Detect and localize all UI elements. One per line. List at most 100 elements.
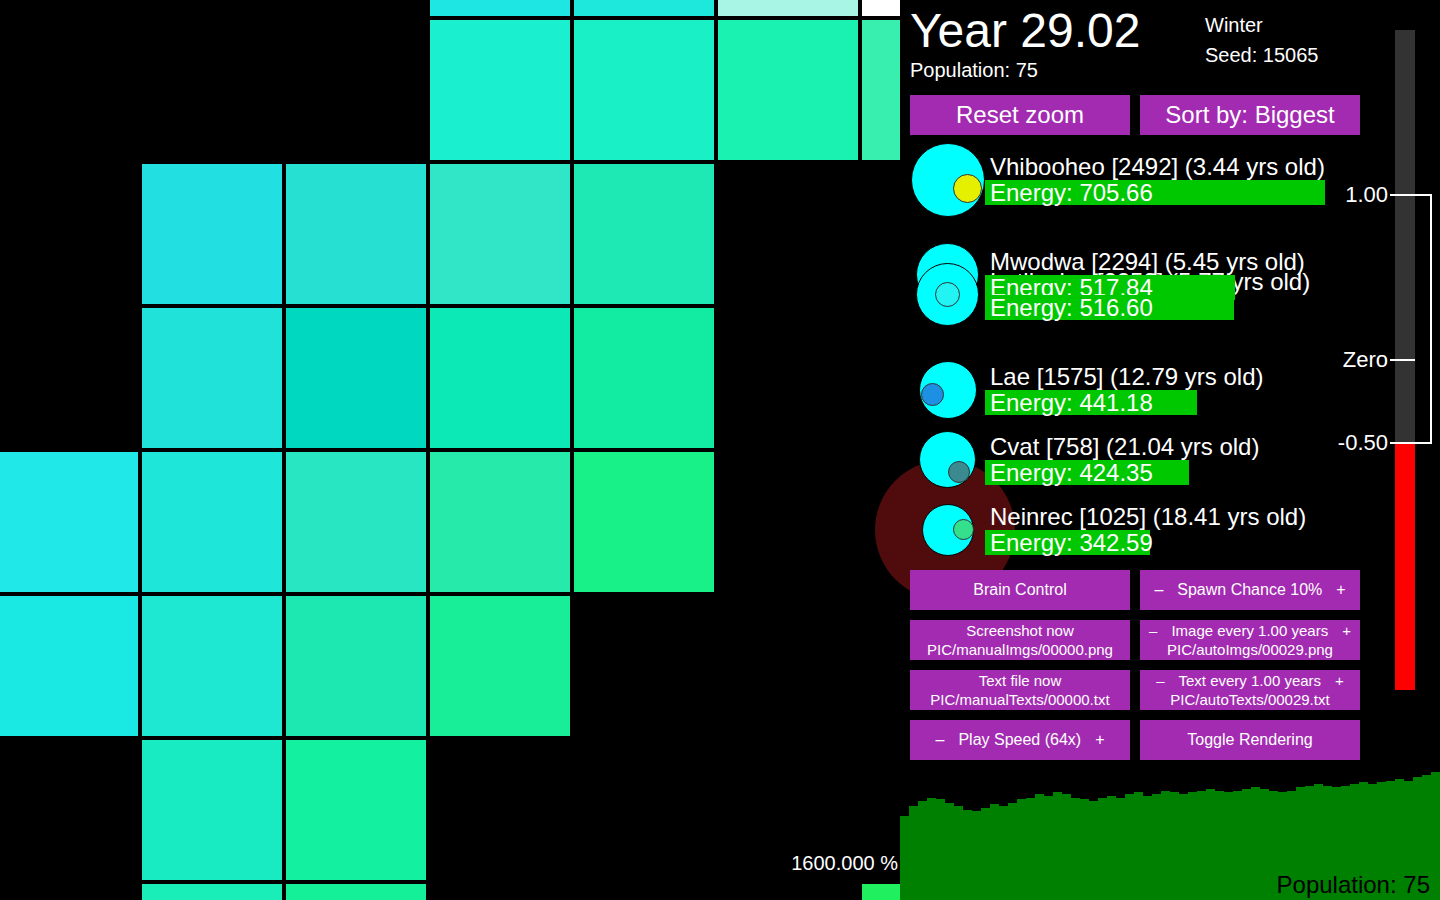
creature-row[interactable]: Mwodwa [2294] (5.45 yrs old)Energy: 517.… — [910, 249, 1390, 300]
temperature-label: 1.00 — [1345, 183, 1390, 207]
map-tile[interactable] — [142, 452, 282, 592]
map-tile[interactable] — [574, 596, 714, 736]
population-bar — [1242, 789, 1251, 900]
map-tile[interactable] — [574, 452, 714, 592]
map-tile[interactable] — [286, 20, 426, 160]
map-tile[interactable] — [430, 740, 570, 880]
map-tile[interactable] — [430, 164, 570, 304]
control-label: Brain Control — [973, 580, 1066, 600]
map-tile[interactable] — [286, 884, 426, 900]
minus-button[interactable]: – — [1154, 580, 1163, 600]
map-tile[interactable] — [718, 884, 858, 900]
map-tile[interactable] — [286, 596, 426, 736]
control-button[interactable]: Screenshot nowPIC/manualImgs/00000.png — [910, 620, 1130, 660]
map-tile[interactable] — [718, 452, 858, 592]
year-label: Year 29.02 — [910, 4, 1205, 58]
world-map[interactable]: 1600.000 % — [0, 0, 900, 900]
minus-button[interactable]: – — [1149, 621, 1157, 640]
map-tile[interactable] — [718, 164, 858, 304]
creature-row[interactable]: Lae [1575] (12.79 yrs old)Energy: 441.18 — [910, 364, 1390, 415]
map-tile[interactable] — [718, 20, 858, 160]
map-tile[interactable] — [430, 884, 570, 900]
map-tile[interactable] — [142, 596, 282, 736]
map-tile[interactable] — [574, 0, 714, 16]
control-button[interactable]: –Play Speed (64x)+ — [910, 720, 1130, 760]
temperature-fill — [1395, 443, 1415, 691]
map-tile[interactable] — [142, 308, 282, 448]
map-tile[interactable] — [142, 164, 282, 304]
map-tile[interactable] — [862, 884, 900, 900]
map-tile[interactable] — [862, 308, 900, 448]
map-tile[interactable] — [430, 452, 570, 592]
creature-row[interactable]: Vhibooheo [2492] (3.44 yrs old)Energy: 7… — [910, 154, 1390, 205]
map-tile[interactable] — [142, 884, 282, 900]
temperature-tick — [1390, 442, 1415, 444]
plus-button[interactable]: + — [1342, 621, 1351, 640]
control-text: Image every 1.00 years — [1171, 621, 1328, 640]
population-bar — [981, 808, 990, 900]
map-tile[interactable] — [862, 0, 900, 16]
header: Year 29.02Population: 75WinterSeed: 1506… — [910, 4, 1390, 82]
map-tile[interactable] — [142, 0, 282, 16]
population-bar — [1206, 789, 1215, 900]
energy-bar: Energy: 441.18 — [985, 390, 1410, 415]
map-tile[interactable] — [0, 596, 138, 736]
population-bar — [1215, 791, 1224, 900]
population-bar — [1089, 801, 1098, 900]
map-tile[interactable] — [0, 0, 138, 16]
map-tile[interactable] — [430, 308, 570, 448]
population-bar — [1116, 798, 1125, 900]
population-bar — [1125, 794, 1134, 900]
map-tile[interactable] — [574, 884, 714, 900]
map-tile[interactable] — [286, 452, 426, 592]
map-tile[interactable] — [574, 164, 714, 304]
map-tile[interactable] — [574, 308, 714, 448]
map-tile[interactable] — [286, 164, 426, 304]
map-tile[interactable] — [862, 20, 900, 160]
map-tile[interactable] — [718, 0, 858, 16]
population-bar — [945, 803, 954, 900]
population-bar — [936, 799, 945, 900]
map-tile[interactable] — [0, 308, 138, 448]
map-tile[interactable] — [286, 740, 426, 880]
plus-button[interactable]: + — [1336, 580, 1345, 600]
map-tile[interactable] — [0, 20, 138, 160]
control-button[interactable]: Toggle Rendering — [1140, 720, 1360, 760]
population-bar — [1107, 796, 1116, 900]
map-tile[interactable] — [862, 164, 900, 304]
map-tile[interactable] — [142, 20, 282, 160]
temperature-label: Zero — [1343, 348, 1390, 372]
map-tile[interactable] — [0, 452, 138, 592]
map-tile[interactable] — [718, 596, 858, 736]
map-tile[interactable] — [286, 0, 426, 16]
control-button[interactable]: –Spawn Chance 10%+ — [1140, 570, 1360, 610]
control-button[interactable]: Brain Control — [910, 570, 1130, 610]
map-tile[interactable] — [718, 308, 858, 448]
creature-row[interactable]: Cvat [758] (21.04 yrs old)Energy: 424.35 — [910, 434, 1390, 485]
map-tile[interactable] — [286, 308, 426, 448]
population-bar — [927, 798, 936, 900]
population-label: Population: 75 — [910, 58, 1205, 82]
control-button[interactable]: –Text every 1.00 years+PIC/autoTexts/000… — [1140, 670, 1360, 710]
map-tile[interactable] — [430, 20, 570, 160]
population-bar — [1170, 792, 1179, 900]
map-tile[interactable] — [862, 596, 900, 736]
control-button[interactable]: Text file nowPIC/manualTexts/00000.txt — [910, 670, 1130, 710]
reset-zoom-button[interactable]: Reset zoom — [910, 95, 1130, 135]
map-tile[interactable] — [574, 740, 714, 880]
map-tile[interactable] — [0, 884, 138, 900]
creature-row[interactable]: Neinrec [1025] (18.41 yrs old)Energy: 34… — [910, 504, 1390, 555]
minus-button[interactable]: – — [936, 730, 945, 750]
map-tile[interactable] — [430, 596, 570, 736]
map-tile[interactable] — [0, 164, 138, 304]
minus-button[interactable]: – — [1156, 671, 1164, 690]
map-tile[interactable] — [142, 740, 282, 880]
map-tile[interactable] — [0, 740, 138, 880]
sort-button[interactable]: Sort by: Biggest — [1140, 95, 1360, 135]
plus-button[interactable]: + — [1095, 730, 1104, 750]
energy-label: Energy: 342.59 — [985, 530, 1410, 555]
plus-button[interactable]: + — [1335, 671, 1344, 690]
map-tile[interactable] — [430, 0, 570, 16]
map-tile[interactable] — [574, 20, 714, 160]
control-button[interactable]: –Image every 1.00 years+PIC/autoImgs/000… — [1140, 620, 1360, 660]
